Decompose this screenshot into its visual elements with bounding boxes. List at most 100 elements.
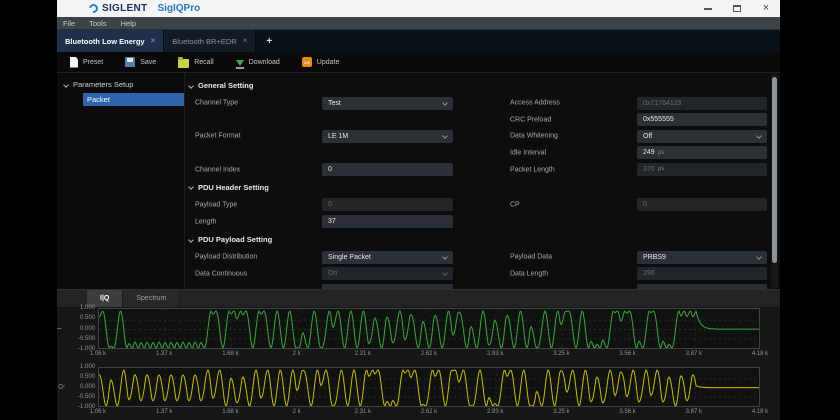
x-tick-label: 3.56 k — [619, 409, 635, 415]
payload-distribution-label: Payload Distribution — [195, 254, 257, 261]
menu-tools[interactable]: Tools — [89, 19, 107, 28]
x-tick-label: 1.06 k — [90, 351, 106, 357]
x-tick-label: 2.31 k — [355, 409, 371, 415]
data-length-field: 296 — [637, 267, 767, 280]
section-header-general-setting[interactable]: General Setting — [185, 76, 771, 95]
save-button[interactable]: Save — [125, 57, 156, 67]
x-tick-label: 2.62 k — [421, 351, 437, 357]
data-whitening-label: Data Whitening — [510, 133, 558, 140]
payload-distribution-dropdown[interactable]: Single Packet — [322, 251, 453, 264]
settings-row: Payload Type0CP0 — [185, 197, 771, 214]
chevron-down-icon — [756, 254, 762, 260]
section-title: PDU Header Setting — [198, 183, 269, 192]
channel-type-label: Channel Type — [195, 100, 238, 107]
settings-row: CRC Preload 0x555555 — [185, 112, 771, 129]
siglent-swirl-icon — [87, 2, 100, 15]
update-icon: 1.0 — [302, 57, 312, 67]
siglent-logo: SIGLENT SigIQPro — [89, 3, 200, 14]
menu-file[interactable]: File — [63, 19, 75, 28]
field-value: Single Packet — [328, 254, 371, 261]
field-value: On — [328, 270, 337, 277]
x-tick-label: 1.37 k — [156, 409, 172, 415]
field-value: 0 — [328, 201, 332, 208]
data-continuous-dropdown: On — [322, 267, 453, 280]
field-value: PRBS9 — [643, 254, 666, 261]
x-tick-label: 2 k — [293, 351, 301, 357]
y-tick-label: 0.000 — [80, 384, 95, 390]
y-tick-label: -0.500 — [78, 394, 95, 400]
x-tick-label: 2 k — [293, 409, 301, 415]
field-value: 0x71764129 — [643, 100, 682, 107]
x-tick-label: 1.68 k — [222, 351, 238, 357]
tab-bluetooth-low-energy[interactable]: Bluetooth Low Energy × — [57, 30, 164, 52]
y-tick-label: 0.500 — [80, 374, 95, 380]
window-controls: × — [702, 0, 772, 17]
data-continuous-label: Data Continuous — [195, 271, 247, 278]
packet-format-dropdown[interactable]: LE 1M — [322, 130, 453, 143]
section-header-pdu-payload-setting[interactable]: PDU Payload Setting — [185, 230, 771, 249]
minimize-icon — [704, 8, 712, 10]
preset-button[interactable]: Preset — [70, 57, 103, 68]
settings-row: Channel TypeTestAccess Address0x71764129 — [185, 95, 771, 112]
tab-bluetooth-br-edr[interactable]: Bluetooth BR+EDR × — [164, 30, 256, 52]
tab-close-icon[interactable]: × — [243, 37, 248, 45]
title-bar: SIGLENT SigIQPro × — [57, 0, 780, 17]
tree-root-parameters-setup[interactable]: Parameters Setup — [57, 73, 184, 89]
chevron-down-icon — [442, 100, 448, 106]
tree-item-packet[interactable]: Packet — [83, 93, 184, 106]
recall-folder-icon — [178, 59, 189, 68]
chevron-down-icon — [188, 185, 194, 191]
x-tick-label: 4.18 k — [752, 409, 768, 415]
settings-row: Length37 — [185, 214, 771, 231]
maximize-icon — [733, 5, 741, 12]
cp-field: 0 — [637, 198, 767, 211]
field-unit: μs — [658, 166, 664, 172]
length-field[interactable]: 37 — [322, 215, 453, 228]
chevron-down-icon — [756, 133, 762, 139]
idle-interval-field[interactable]: 249μs — [637, 146, 767, 159]
section-header-pdu-header-setting[interactable]: PDU Header Setting — [185, 178, 771, 197]
payload-data-dropdown[interactable]: PRBS9 — [637, 251, 767, 264]
payload-type-field: 0 — [322, 198, 453, 211]
scrollbar-thumb[interactable] — [772, 77, 777, 263]
toolbar: Preset Save Recall Download 1.0 Update — [57, 52, 780, 73]
settings-panel: General SettingChannel TypeTestAccess Ad… — [185, 73, 771, 289]
recall-button[interactable]: Recall — [178, 57, 213, 68]
tab-close-icon[interactable]: × — [151, 37, 156, 45]
download-button[interactable]: Download — [236, 59, 280, 66]
channel-type-dropdown[interactable]: Test — [322, 97, 453, 110]
field-value: 376 — [643, 166, 655, 173]
settings-row: Packet Format LE 1M Data Whitening Off — [185, 128, 771, 145]
add-tab-button[interactable]: + — [256, 30, 282, 52]
axis-name-q: Q — [58, 384, 65, 389]
tab-label: Bluetooth Low Energy — [65, 37, 145, 46]
data-whitening-dropdown[interactable]: Off — [637, 130, 767, 143]
crc-preload-field[interactable]: 0x555555 — [637, 113, 767, 126]
minimize-button[interactable] — [702, 3, 714, 15]
update-button[interactable]: 1.0 Update — [302, 57, 340, 67]
x-tick-label: 4.18 k — [752, 351, 768, 357]
crc-preload-label: CRC Preload — [510, 116, 551, 123]
params-scrollbar[interactable] — [771, 74, 778, 288]
toolbar-label: Save — [140, 59, 156, 66]
packet-format-label: Packet Format — [195, 133, 241, 140]
menu-help[interactable]: Help — [121, 19, 136, 28]
section-title: General Setting — [198, 81, 253, 90]
x-tick-label: 3.25 k — [553, 409, 569, 415]
logo-text: SIGLENT — [102, 3, 147, 14]
close-button[interactable]: × — [760, 3, 772, 15]
tab-label: Bluetooth BR+EDR — [172, 37, 236, 46]
toolbar-label: Update — [317, 59, 340, 66]
waveform-plot-i — [98, 308, 760, 349]
chevron-down-icon — [442, 270, 448, 276]
settings-row: Data ContinuousOnData Length296 — [185, 266, 771, 283]
preset-document-icon — [70, 57, 78, 68]
waveform-panel: I|QSpectrum I1.0000.5000.000-0.500-1.000… — [57, 289, 780, 420]
download-arrow-icon — [236, 60, 244, 66]
y-tick-label: 0.500 — [80, 315, 95, 321]
chart-tab-spectrum[interactable]: Spectrum — [123, 290, 180, 307]
field-value: 0 — [328, 166, 332, 173]
x-tick-label: 2.93 k — [487, 409, 503, 415]
channel-index-field[interactable]: 0 — [322, 163, 453, 176]
maximize-button[interactable] — [731, 3, 743, 15]
